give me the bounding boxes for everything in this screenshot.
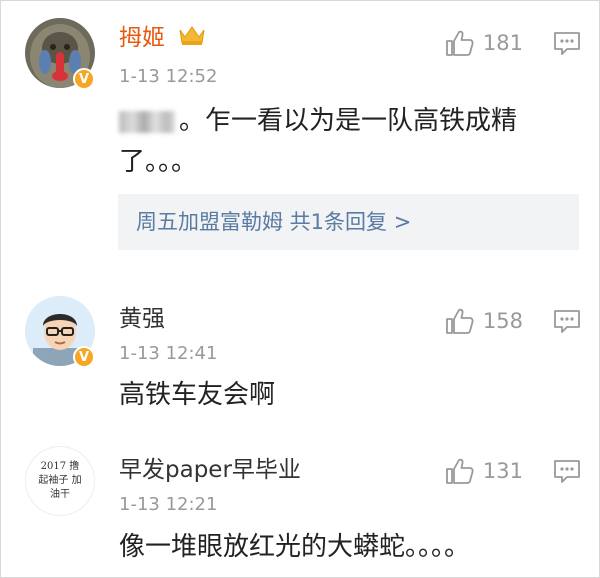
like-button[interactable]: 181 <box>445 29 523 57</box>
comment-list: V 拇姬 1-13 12:52 。乍一看以为是一队高铁成精 了。。。 181 周… <box>0 0 600 578</box>
thumbs-up-icon <box>446 308 474 334</box>
like-count: 131 <box>482 459 523 483</box>
comment-icon <box>554 32 580 55</box>
handwritten-avatar-icon: 2017 撸起袖子 加油干 <box>38 461 82 500</box>
like-count: 158 <box>482 309 523 333</box>
blurred-mention <box>119 110 175 133</box>
reply-summary-link[interactable]: 周五加盟富勒姆 共1条回复 > <box>118 194 579 250</box>
reply-button[interactable] <box>553 459 581 489</box>
comment-text: 高铁车友会啊 <box>119 380 276 410</box>
crown-icon <box>178 24 206 54</box>
comment-author[interactable]: 拇姬 <box>119 23 206 54</box>
avatar[interactable]: 2017 撸起袖子 加油干 <box>25 446 95 516</box>
verified-badge-icon: V <box>73 68 95 90</box>
thumbs-up-icon <box>446 30 474 56</box>
like-count: 181 <box>482 31 523 55</box>
reply-button[interactable] <box>553 31 581 61</box>
author-name[interactable]: 早发paper早毕业 <box>119 455 301 485</box>
comment-time: 1-13 12:52 <box>119 66 218 87</box>
author-name[interactable]: 黄强 <box>119 304 165 334</box>
comment-icon <box>554 310 580 333</box>
like-button[interactable]: 158 <box>445 307 523 335</box>
verified-badge-icon: V <box>73 346 95 368</box>
comment-time: 1-13 12:41 <box>119 343 218 364</box>
reply-button[interactable] <box>553 309 581 339</box>
comment-icon <box>554 460 580 483</box>
thumbs-up-icon <box>446 458 474 484</box>
like-button[interactable]: 131 <box>445 457 523 485</box>
comment-text: 像一堆眼放红光的大蟒蛇。。。。 <box>119 532 471 562</box>
comment-time: 1-13 12:21 <box>119 494 218 515</box>
author-name[interactable]: 拇姬 <box>119 25 165 51</box>
comment-text: 。乍一看以为是一队高铁成精 了。。。 <box>119 106 518 177</box>
